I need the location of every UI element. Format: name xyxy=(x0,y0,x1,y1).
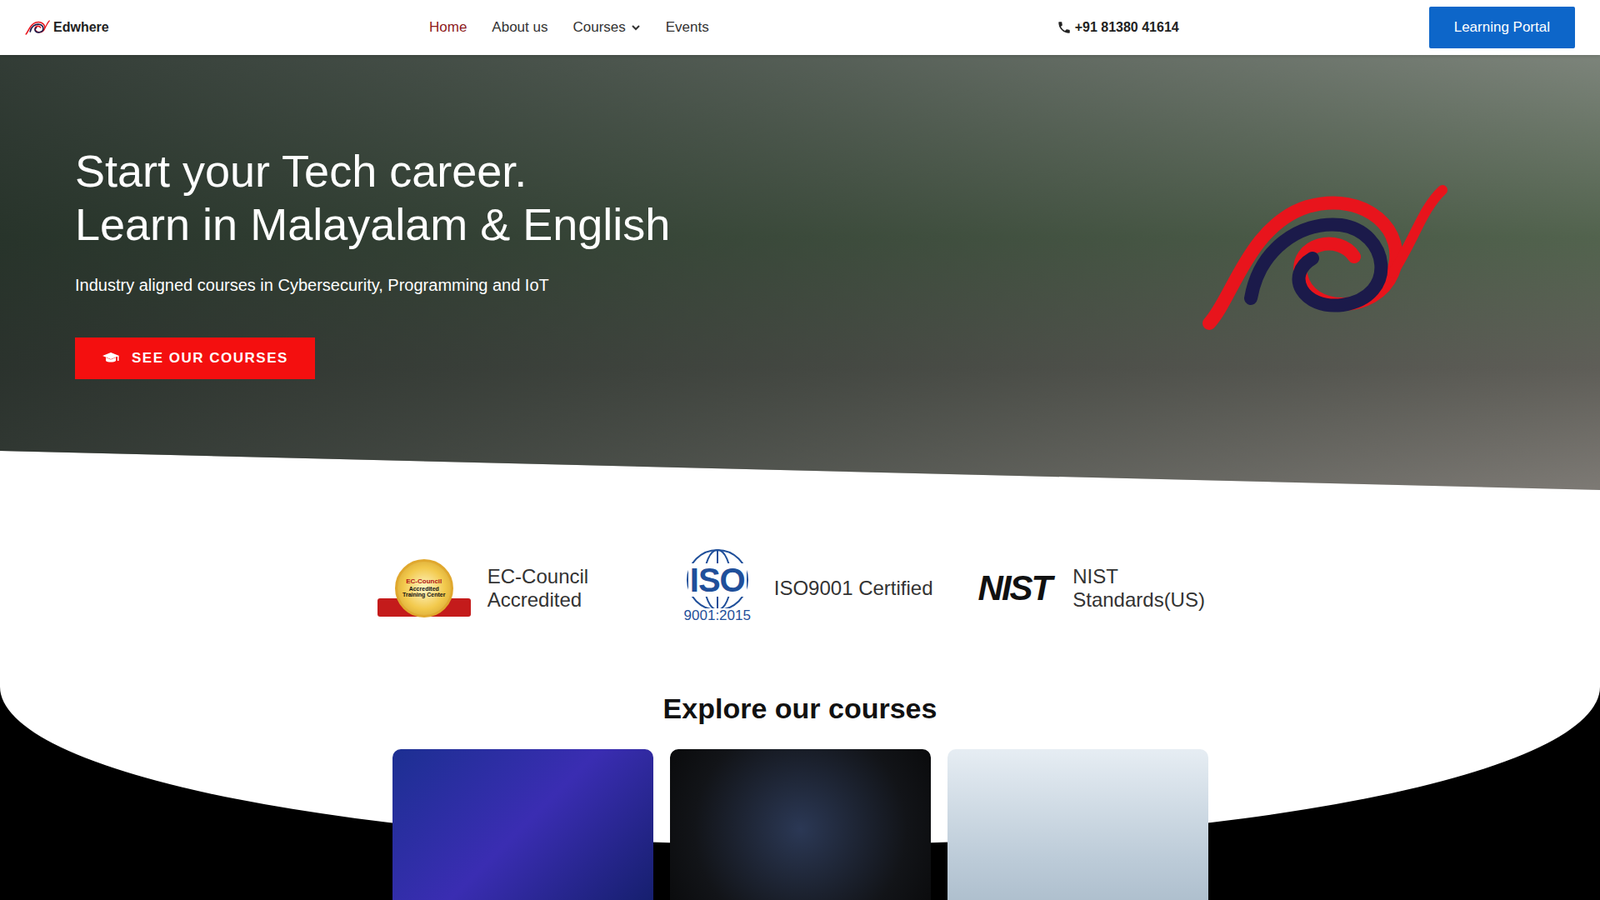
nav-links: Home About us Courses Events xyxy=(416,10,722,45)
accreditation-label: EC-Council Accredited xyxy=(487,565,638,611)
nav-label: Courses xyxy=(572,16,625,39)
cta-label: SEE OUR COURSES xyxy=(131,347,289,370)
nist-text: NIST xyxy=(973,570,1057,606)
accreditations-row: EC-CouncilAccreditedTraining CenterEC-Co… xyxy=(0,490,1600,687)
nist-logo: NIST xyxy=(973,570,1057,606)
nav-label: About us xyxy=(491,16,548,39)
phone-icon xyxy=(1056,20,1072,35)
chevron-down-icon xyxy=(630,22,641,33)
nav-label: Events xyxy=(665,16,710,39)
hero-content: Start your Tech career.Learn in Malayala… xyxy=(0,55,1600,380)
course-card[interactable] xyxy=(670,749,931,900)
badge-medal: EC-CouncilAccreditedTraining Center xyxy=(395,559,454,618)
hero-banner: Start your Tech career.Learn in Malayala… xyxy=(0,55,1600,490)
hero-title-line: Learn in Malayalam & English xyxy=(75,198,1600,252)
accreditation-item: ISO 9001:2015 ISO9001 Certified xyxy=(677,548,934,629)
iso-logo: ISO 9001:2015 xyxy=(677,548,758,629)
hero-title: Start your Tech career.Learn in Malayala… xyxy=(75,145,1600,251)
nav-link[interactable]: Home xyxy=(416,10,480,45)
course-cards xyxy=(0,749,1600,900)
phone-text: +91 81380 41614 xyxy=(1075,17,1180,38)
nav-label: Home xyxy=(429,16,467,39)
graduation-cap-icon xyxy=(101,351,120,365)
courses-heading: Explore our courses xyxy=(0,691,1600,726)
learning-portal-button[interactable]: Learning Portal xyxy=(1429,6,1575,49)
badge-text: Accredited xyxy=(409,585,440,592)
swirl-logo-icon xyxy=(25,17,50,38)
nav-link[interactable]: About us xyxy=(479,10,560,45)
hero-subtitle: Industry aligned courses in Cybersecurit… xyxy=(75,272,1600,298)
nav-link[interactable]: Courses xyxy=(560,10,653,45)
courses-section: Explore our courses xyxy=(0,686,1600,900)
badge-text: EC-Council xyxy=(405,578,442,585)
see-courses-button[interactable]: SEE OUR COURSES xyxy=(75,337,315,380)
accreditation-label: ISO9001 Certified xyxy=(774,576,934,600)
brand-logo[interactable]: Edwhere xyxy=(25,17,417,38)
badge-text: Training Center xyxy=(402,591,445,598)
ec-council-badge: EC-CouncilAccreditedTraining Center xyxy=(377,555,471,622)
top-navbar: Edwhere Home About us Courses Events +91 8138… xyxy=(0,0,1600,55)
course-card[interactable] xyxy=(947,749,1209,900)
accreditation-item: EC-CouncilAccreditedTraining CenterEC-Co… xyxy=(377,555,638,622)
hero-title-line: Start your Tech career. xyxy=(75,145,1600,199)
accreditation-label: NIST Standards(US) xyxy=(1072,565,1223,611)
swirl-logo-icon xyxy=(1199,173,1450,340)
nav-link[interactable]: Events xyxy=(653,10,722,45)
phone-number[interactable]: +91 81380 41614 xyxy=(1056,17,1180,38)
brand-name: Edwhere xyxy=(53,17,110,38)
accreditation-item: NIST NIST Standards(US) xyxy=(973,565,1224,611)
course-card[interactable] xyxy=(392,749,654,900)
iso-text: ISO xyxy=(688,563,747,597)
iso-text: 9001:2015 xyxy=(684,608,751,623)
